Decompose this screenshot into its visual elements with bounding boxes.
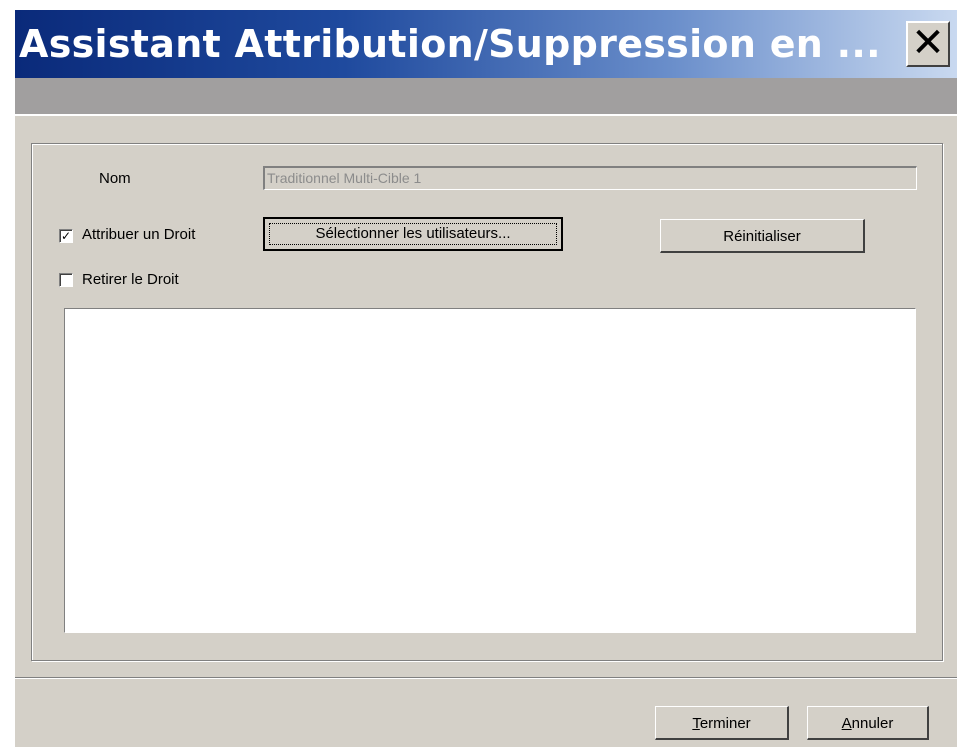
focus-ring	[269, 223, 557, 245]
close-button[interactable]: ✕	[906, 21, 950, 67]
cancel-label: nnuler	[851, 715, 894, 732]
reset-label: Réinitialiser	[723, 228, 801, 245]
header-band-divider	[15, 114, 957, 116]
cancel-mnemonic: A	[841, 715, 852, 732]
dialog-title: Assistant Attribution/Suppression en ...	[19, 22, 881, 66]
finish-mnemonic: T	[692, 715, 700, 732]
close-icon: ✕	[911, 20, 945, 66]
finish-button[interactable]: Terminer	[655, 706, 789, 740]
title-bar[interactable]: Assistant Attribution/Suppression en ...…	[15, 10, 957, 78]
attribuer-checkbox[interactable]: ✓	[59, 229, 73, 243]
nom-field[interactable]: Traditionnel Multi-Cible 1	[263, 166, 917, 190]
finish-label: erminer	[699, 715, 751, 732]
select-users-button[interactable]: Sélectionner les utilisateurs...	[263, 217, 563, 251]
dialog-window: Assistant Attribution/Suppression en ...…	[15, 10, 957, 747]
checkmark-icon: ✓	[60, 229, 72, 243]
retirer-label[interactable]: Retirer le Droit	[82, 271, 179, 288]
users-list[interactable]	[64, 308, 916, 633]
footer-divider-highlight	[15, 678, 957, 679]
nom-label: Nom	[99, 170, 131, 187]
retirer-checkbox[interactable]	[59, 273, 73, 287]
cancel-button[interactable]: Annuler	[807, 706, 929, 740]
reset-button[interactable]: Réinitialiser	[660, 219, 865, 253]
header-band	[15, 78, 957, 114]
attribuer-label[interactable]: Attribuer un Droit	[82, 226, 195, 243]
